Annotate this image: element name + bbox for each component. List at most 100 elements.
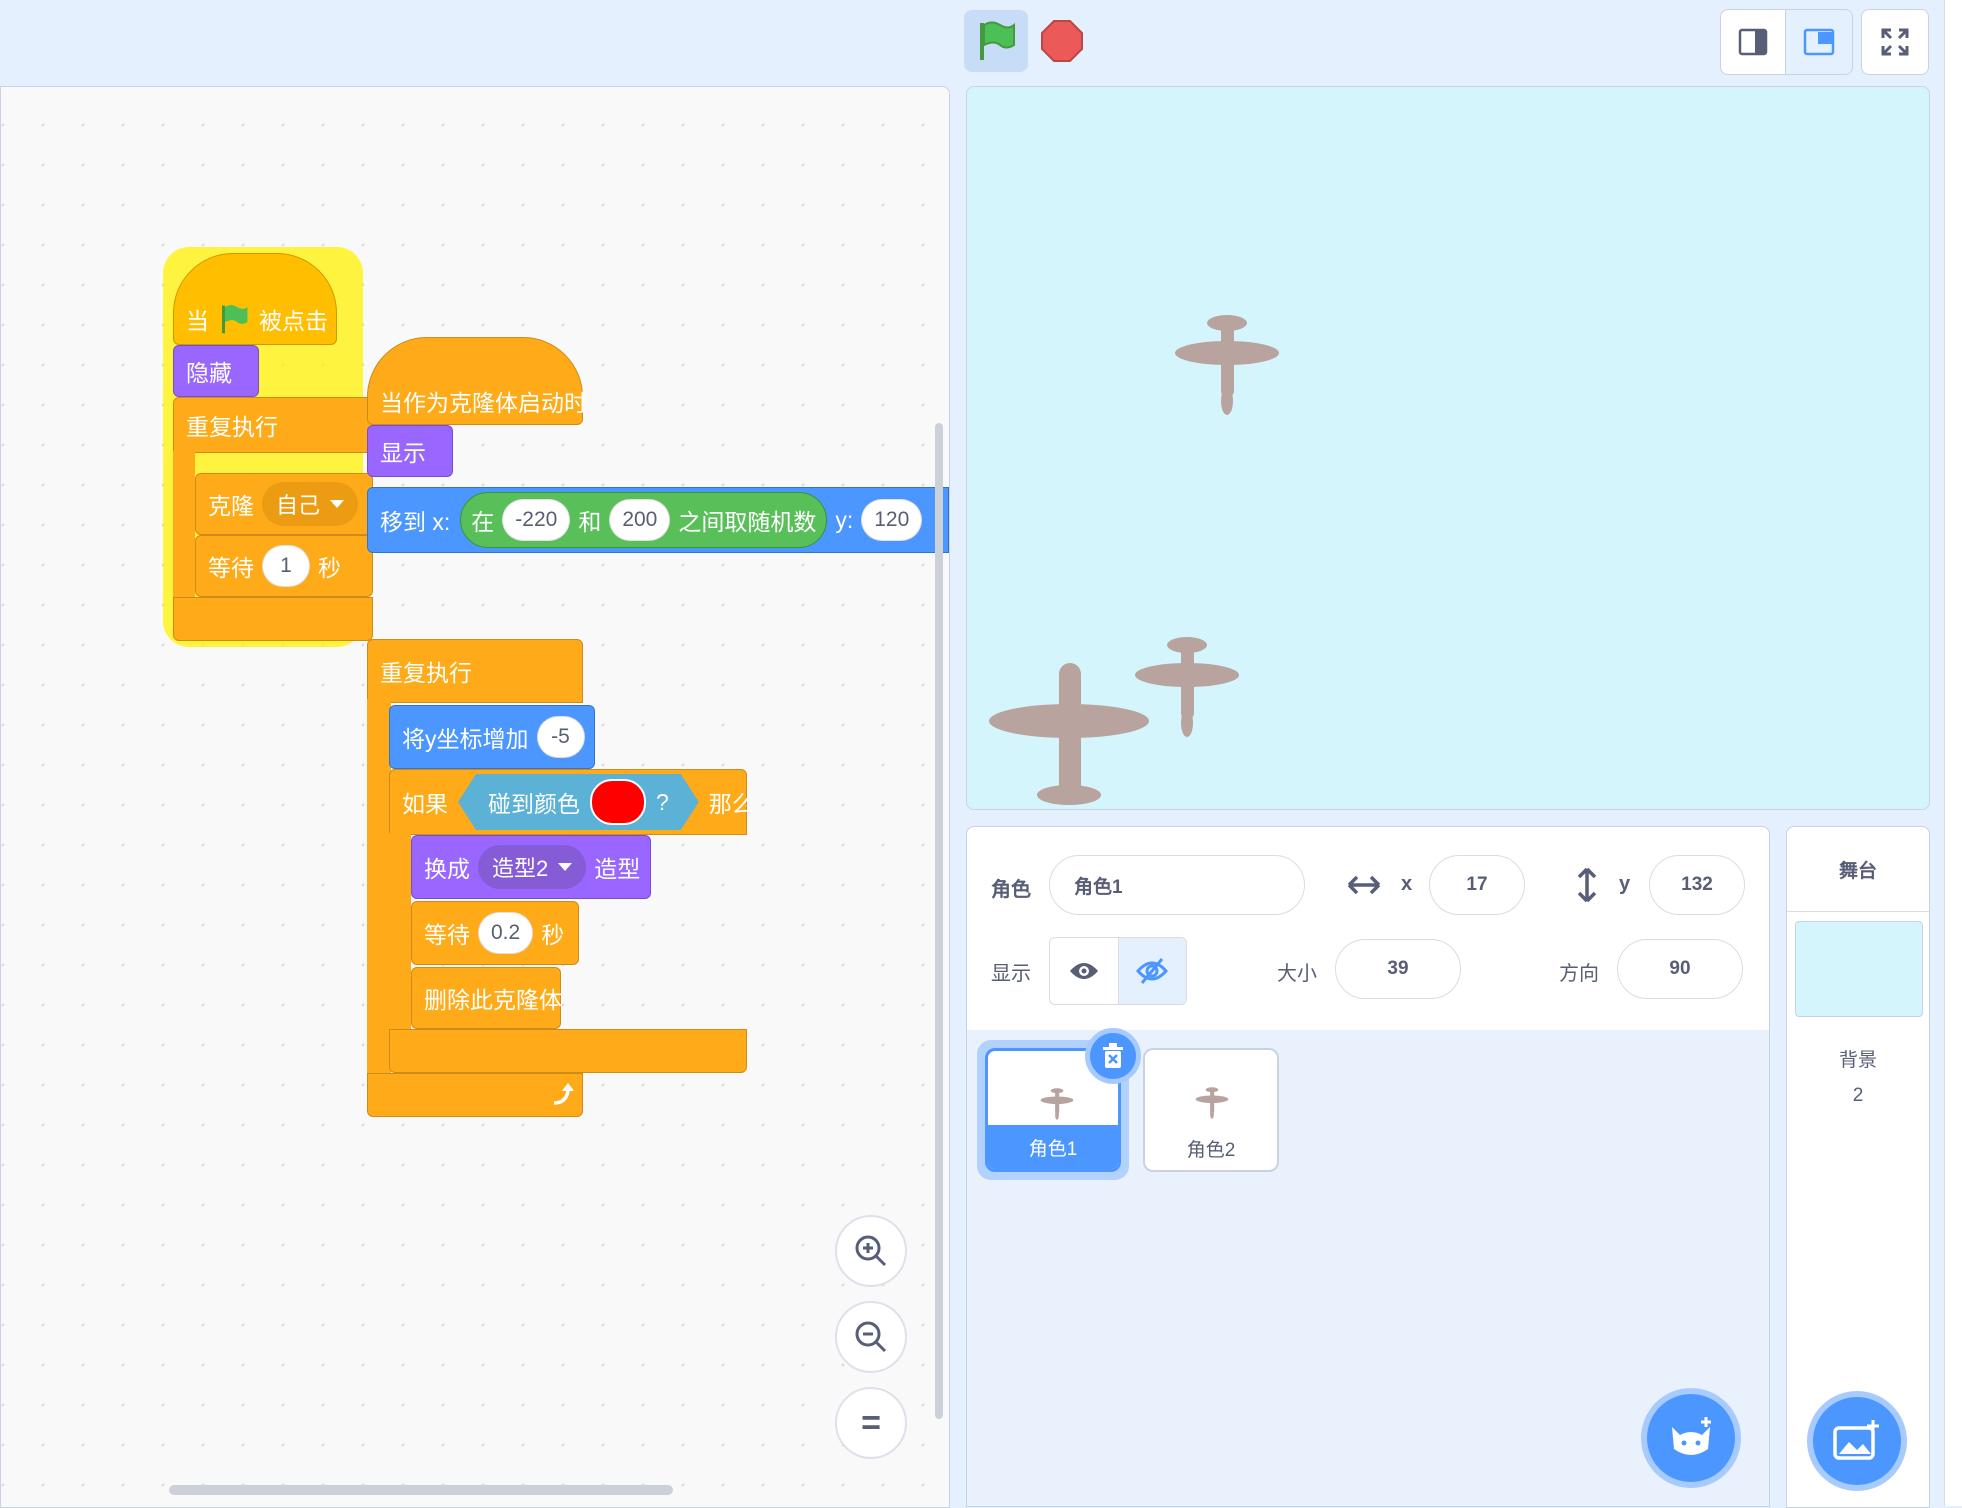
forever-2-bottom [367, 1073, 583, 1117]
delete-clone-block[interactable]: 删除此克隆体 [411, 967, 562, 1029]
show-label: 显示 [380, 440, 426, 466]
forever-label: 重复执行 [186, 414, 278, 440]
chevron-down-icon [558, 863, 573, 871]
when-flag-clicked-block[interactable]: 当 被点击 [173, 253, 337, 345]
airplane-sprite [989, 663, 1149, 805]
add-sprite-button[interactable] [1641, 1388, 1741, 1488]
change-y-input[interactable]: -5 [536, 716, 585, 758]
direction-label: 方向 [1559, 963, 1599, 985]
if-arm [389, 833, 411, 1029]
sprite-info-panel: 角色 角色1 x 17 y 132 显示 大小 39 方向 90 [966, 826, 1770, 1032]
wait-input[interactable]: 0.2 [478, 912, 534, 954]
if-then-block[interactable]: 如果 碰到颜色 ? 那么 [389, 769, 755, 835]
hide-sprite-button[interactable] [1118, 938, 1186, 1004]
airplane-thumbnail-icon [1040, 1088, 1074, 1120]
show-sprite-button[interactable] [1050, 938, 1119, 1004]
clone-hat-label: 当作为克隆体启动时 [380, 390, 587, 416]
color-swatch[interactable] [590, 779, 646, 825]
x-input[interactable]: 17 [1429, 855, 1525, 915]
green-flag-button[interactable] [964, 10, 1028, 72]
change-y-label: 将y坐标增加 [402, 726, 529, 752]
delete-sprite-button[interactable] [1085, 1028, 1141, 1084]
sprite-tile-1-label: 角色1 [988, 1125, 1118, 1169]
hide-block[interactable]: 隐藏 [173, 345, 259, 397]
horizontal-scrollbar[interactable] [169, 1485, 673, 1495]
question-mark: ? [656, 788, 669, 815]
sprite-name-label: 角色 [991, 879, 1031, 901]
direction-input[interactable]: 90 [1617, 939, 1743, 999]
green-flag-icon [980, 21, 1015, 60]
stage-thumbnail[interactable] [1795, 921, 1923, 1017]
seconds-label: 秒 [541, 922, 565, 948]
zoom-reset-button[interactable]: = [835, 1387, 907, 1459]
y-input[interactable]: 132 [1649, 855, 1745, 915]
green-flag-icon [222, 305, 248, 334]
wait-label: 等待 [208, 555, 254, 581]
sprite-tile-2[interactable]: 角色2 [1143, 1048, 1279, 1172]
random-block[interactable]: 在 -220 和 200 之间取随机数 [460, 492, 828, 548]
wait-input[interactable]: 1 [262, 545, 310, 587]
airplane-sprite [1175, 315, 1279, 415]
hide-label: 隐藏 [186, 360, 232, 386]
forever-label: 重复执行 [380, 660, 472, 686]
switch-label: 换成 [424, 856, 470, 882]
window-right-edge [1944, 0, 1962, 1506]
add-sprite-cat-icon [1672, 1417, 1711, 1455]
random-in-label: 在 [471, 509, 495, 535]
zoom-out-button[interactable] [835, 1301, 907, 1373]
add-backdrop-button[interactable] [1807, 1391, 1907, 1491]
y-label: y: [835, 506, 854, 533]
costume-value: 造型2 [492, 856, 549, 881]
code-area[interactable]: 当 被点击 隐藏 重复执行 克隆 自己 等待 1 秒 当作为克隆体启动时 显示 … [0, 86, 950, 1508]
clone-label: 克隆 [208, 493, 254, 519]
stop-button[interactable] [1030, 10, 1094, 72]
eye-slash-icon [1136, 958, 1169, 984]
delete-clone-label: 删除此克隆体 [424, 987, 562, 1013]
touching-color-block[interactable]: 碰到颜色 ? [458, 774, 699, 830]
size-label: 大小 [1277, 963, 1317, 985]
costume-suffix-label: 造型 [594, 856, 641, 882]
vertical-scrollbar[interactable] [935, 423, 943, 1419]
change-y-block[interactable]: 将y坐标增加 -5 [389, 705, 595, 769]
if-bottom [389, 1029, 747, 1073]
forever-block-2[interactable]: 重复执行 [367, 639, 583, 703]
wait-block-2[interactable]: 等待 0.2 秒 [411, 901, 579, 965]
random-to-input[interactable]: 200 [609, 499, 671, 541]
trash-icon [1103, 1043, 1123, 1068]
wait-label: 等待 [424, 922, 470, 948]
forever-1-bottom [173, 597, 373, 641]
random-from-input[interactable]: -220 [502, 499, 571, 541]
fullscreen-button[interactable] [1861, 9, 1929, 75]
clone-target-dropdown[interactable]: 自己 [262, 482, 359, 526]
costume-dropdown[interactable]: 造型2 [478, 845, 587, 889]
switch-costume-block[interactable]: 换成 造型2 造型 [411, 835, 651, 899]
chevron-down-icon [330, 500, 345, 508]
stage-canvas[interactable] [966, 86, 1930, 810]
backdrops-count: 2 [1852, 1085, 1864, 1106]
normal-stage-icon [1803, 28, 1835, 56]
stage-panel: 舞台 背景 2 [1786, 826, 1930, 1508]
visible-toggle-group [1049, 937, 1187, 1005]
small-stage-button[interactable] [1720, 9, 1786, 75]
forever-block-1[interactable]: 重复执行 [173, 397, 373, 453]
sprite-name-input[interactable]: 角色1 [1049, 855, 1305, 915]
random-suffix-label: 之间取随机数 [678, 509, 817, 535]
sprite-list: 角色1 角色2 [966, 1028, 1770, 1507]
vertical-arrows-icon [1577, 867, 1597, 903]
goto-xy-block[interactable]: 移到 x: 在 -220 和 200 之间取随机数 y: 120 [367, 487, 949, 553]
goto-y-input[interactable]: 120 [861, 499, 923, 541]
stop-icon [1041, 20, 1083, 62]
create-clone-block[interactable]: 克隆 自己 [195, 473, 373, 535]
seconds-label: 秒 [318, 555, 341, 581]
if-label: 如果 [402, 791, 448, 817]
loop-arrow-icon [553, 1083, 574, 1105]
when-clone-start-block[interactable]: 当作为克隆体启动时 [367, 337, 587, 425]
size-input[interactable]: 39 [1335, 939, 1461, 999]
show-block[interactable]: 显示 [367, 425, 453, 477]
wait-block-1[interactable]: 等待 1 秒 [195, 535, 373, 597]
normal-stage-button[interactable] [1785, 9, 1853, 75]
random-and-label: 和 [578, 509, 602, 535]
y-label: y [1619, 873, 1631, 895]
zoom-in-button[interactable] [835, 1215, 907, 1287]
reset-icon: = [861, 1403, 881, 1442]
